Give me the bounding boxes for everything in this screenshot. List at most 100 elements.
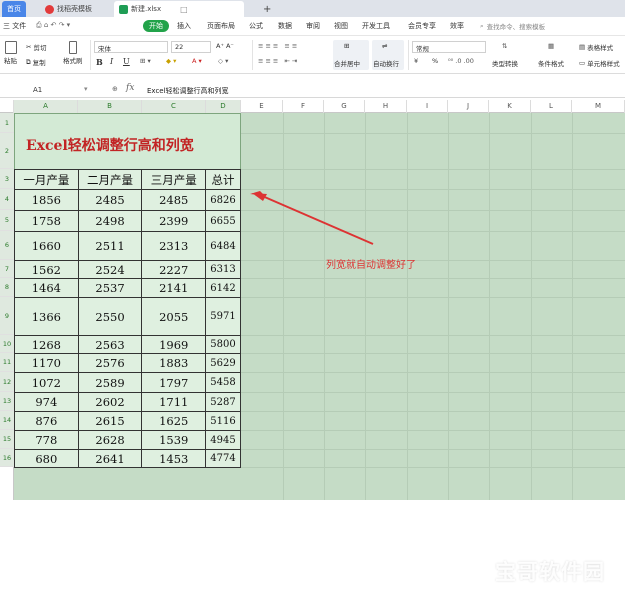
- table-cell[interactable]: 2511: [77, 231, 143, 261]
- column-header[interactable]: J: [448, 100, 489, 113]
- table-cell[interactable]: 778: [14, 430, 79, 450]
- table-cell[interactable]: 1562: [14, 260, 79, 279]
- table-cell[interactable]: 5287: [205, 392, 241, 412]
- column-header[interactable]: A: [14, 100, 78, 113]
- table-cell[interactable]: 6655: [205, 210, 241, 232]
- font-name-select[interactable]: 宋体: [94, 41, 168, 53]
- table-cell[interactable]: 1660: [14, 231, 79, 261]
- table-cell[interactable]: 6826: [205, 189, 241, 211]
- table-cell[interactable]: 1625: [141, 411, 207, 431]
- table-cell[interactable]: 2615: [77, 411, 143, 431]
- table-cell[interactable]: 4774: [205, 449, 241, 468]
- header-cell[interactable]: 一月产量: [14, 169, 79, 190]
- name-box-dropdown-icon[interactable]: ▾: [84, 85, 88, 93]
- column-header[interactable]: C: [142, 100, 206, 113]
- menu-quick-icons[interactable]: ⎙ ⌂ ↶ ↷ ▾: [36, 21, 70, 30]
- table-cell[interactable]: 2485: [141, 189, 207, 211]
- menu-start[interactable]: 开始: [143, 20, 169, 32]
- menu-review[interactable]: 审阅: [306, 21, 320, 31]
- title-cell[interactable]: Excel轻松调整行高和列宽: [14, 113, 241, 169]
- table-cell[interactable]: 2141: [141, 278, 207, 298]
- menu-formula[interactable]: 公式: [249, 21, 263, 31]
- column-header[interactable]: M: [572, 100, 625, 113]
- table-cell[interactable]: 2576: [77, 353, 143, 373]
- decimal-icons[interactable]: ⁰⁰ .0 .00: [448, 57, 474, 65]
- menu-insert[interactable]: 插入: [177, 21, 191, 31]
- row-header[interactable]: 6: [0, 231, 14, 260]
- number-format-select[interactable]: 常规: [412, 41, 486, 53]
- row-header[interactable]: 2: [0, 133, 14, 169]
- align-left-icons[interactable]: ≡≡≡ ⇤⇥: [258, 57, 299, 65]
- menu-data[interactable]: 数据: [278, 21, 292, 31]
- table-cell[interactable]: 1969: [141, 335, 207, 354]
- cut-button[interactable]: ✂ 剪切: [26, 42, 46, 52]
- table-cell[interactable]: 2313: [141, 231, 207, 261]
- table-cell[interactable]: 974: [14, 392, 79, 412]
- new-tab-button[interactable]: +: [258, 1, 276, 17]
- row-header[interactable]: 12: [0, 372, 14, 392]
- table-cell[interactable]: 680: [14, 449, 79, 468]
- format-painter-button[interactable]: 格式刷: [63, 41, 83, 65]
- row-header[interactable]: 9: [0, 297, 14, 335]
- row-header[interactable]: 16: [0, 449, 14, 467]
- table-cell[interactable]: 1711: [141, 392, 207, 412]
- header-cell[interactable]: 二月产量: [77, 169, 143, 190]
- table-cell[interactable]: 4945: [205, 430, 241, 450]
- row-header[interactable]: 3: [0, 169, 14, 189]
- table-cell[interactable]: 1464: [14, 278, 79, 298]
- column-header[interactable]: E: [241, 100, 283, 113]
- table-cell[interactable]: 5971: [205, 297, 241, 336]
- table-cell[interactable]: 1883: [141, 353, 207, 373]
- formula-input[interactable]: Excel轻松调整行高和列宽: [147, 86, 229, 96]
- table-cell[interactable]: 2498: [77, 210, 143, 232]
- table-cell[interactable]: 5116: [205, 411, 241, 431]
- table-cell[interactable]: 1170: [14, 353, 79, 373]
- table-cell[interactable]: 1268: [14, 335, 79, 354]
- row-header[interactable]: 11: [0, 353, 14, 372]
- table-cell[interactable]: 2524: [77, 260, 143, 279]
- cond-format-button[interactable]: 条件格式: [538, 58, 564, 68]
- table-cell[interactable]: 5629: [205, 353, 241, 373]
- tab-home[interactable]: 首页: [2, 1, 26, 17]
- table-cell[interactable]: 2563: [77, 335, 143, 354]
- table-cell[interactable]: 1453: [141, 449, 207, 468]
- eraser-icon[interactable]: ◇ ▾: [218, 57, 228, 65]
- menu-view[interactable]: 视图: [334, 21, 348, 31]
- italic-button[interactable]: I: [110, 57, 113, 66]
- select-all-corner[interactable]: [0, 100, 14, 113]
- table-cell[interactable]: 2055: [141, 297, 207, 336]
- row-header[interactable]: 1: [0, 113, 14, 133]
- table-cell[interactable]: 1797: [141, 372, 207, 393]
- menu-member[interactable]: 会员专享: [408, 21, 436, 31]
- table-cell[interactable]: 1539: [141, 430, 207, 450]
- table-style-button[interactable]: ▤ 表格样式: [579, 42, 613, 52]
- table-cell[interactable]: 6142: [205, 278, 241, 298]
- tab-workbook[interactable]: 新建.xlsx □: [114, 1, 244, 17]
- font-grow-button[interactable]: A⁺ A⁻: [216, 42, 234, 50]
- table-cell[interactable]: 2399: [141, 210, 207, 232]
- bold-button[interactable]: B: [96, 57, 103, 67]
- header-cell[interactable]: 总计: [205, 169, 241, 190]
- column-header[interactable]: G: [324, 100, 365, 113]
- row-header[interactable]: 4: [0, 189, 14, 210]
- row-header[interactable]: 14: [0, 411, 14, 430]
- column-header[interactable]: D: [206, 100, 241, 113]
- menu-page-layout[interactable]: 页面布局: [207, 21, 235, 31]
- paste-button[interactable]: 粘贴: [4, 41, 17, 65]
- menu-efficiency[interactable]: 效率: [450, 21, 464, 31]
- font-color-icon[interactable]: A ▾: [192, 57, 202, 65]
- header-cell[interactable]: 三月产量: [141, 169, 207, 190]
- table-cell[interactable]: 2537: [77, 278, 143, 298]
- table-cell[interactable]: 1758: [14, 210, 79, 232]
- row-header[interactable]: 15: [0, 430, 14, 449]
- menu-file[interactable]: 三 文件: [3, 21, 26, 31]
- row-header[interactable]: 8: [0, 278, 14, 297]
- row-header[interactable]: 7: [0, 260, 14, 278]
- row-header[interactable]: 13: [0, 392, 14, 411]
- tab-template[interactable]: 找稻壳模板: [40, 1, 97, 17]
- column-header[interactable]: H: [365, 100, 407, 113]
- menu-dev-tools[interactable]: 开发工具: [362, 21, 390, 31]
- table-cell[interactable]: 2227: [141, 260, 207, 279]
- type-convert-button[interactable]: 类型转换: [492, 58, 518, 68]
- table-cell[interactable]: 2550: [77, 297, 143, 336]
